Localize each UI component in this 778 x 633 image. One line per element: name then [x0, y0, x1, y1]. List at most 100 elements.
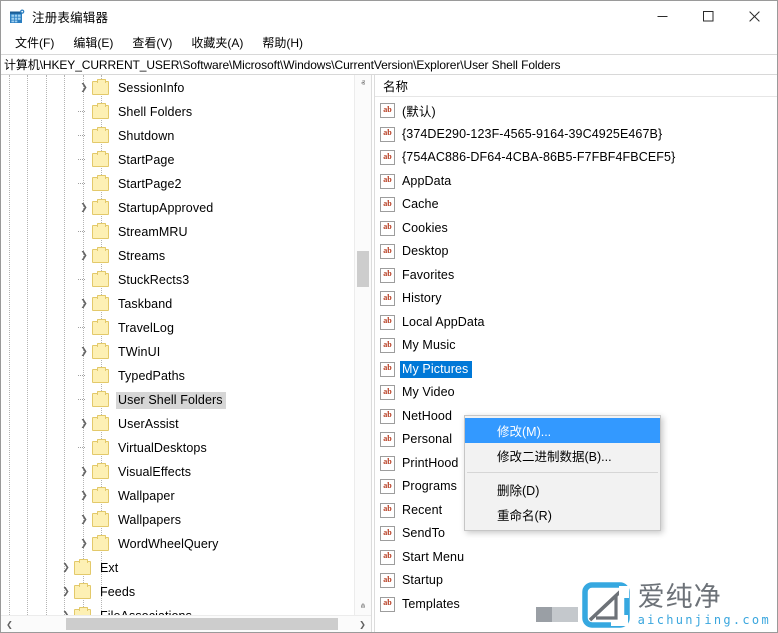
- folder-icon: [92, 511, 109, 527]
- tree-item-typedpaths[interactable]: TypedPaths: [1, 364, 354, 388]
- menu-view[interactable]: 查看(V): [124, 32, 180, 54]
- menu-favorites[interactable]: 收藏夹(A): [183, 32, 251, 54]
- tree-item-label: Feeds: [100, 584, 136, 599]
- chevron-right-icon[interactable]: ❯: [58, 556, 74, 580]
- value-row[interactable]: ab Local AppData: [375, 311, 777, 335]
- chevron-right-icon[interactable]: ❯: [76, 196, 92, 220]
- tree-connector-icon: [76, 316, 92, 340]
- tree-item-shutdown[interactable]: Shutdown: [1, 124, 354, 148]
- menu-help[interactable]: 帮助(H): [254, 32, 311, 54]
- tree-hscroll-thumb[interactable]: [66, 618, 338, 630]
- title-bar: 注册表编辑器: [1, 1, 777, 32]
- value-row[interactable]: ab {754AC886-DF64-4CBA-86B5-F7FBF4FBCEF5}: [375, 146, 777, 170]
- chevron-right-icon[interactable]: ❯: [76, 508, 92, 532]
- tree-item-streammru[interactable]: StreamMRU: [1, 220, 354, 244]
- scroll-down-icon[interactable]: ⱞ: [355, 598, 371, 615]
- tree-item-streams[interactable]: ❯ Streams: [1, 244, 354, 268]
- value-row[interactable]: ab My Music: [375, 334, 777, 358]
- tree-item-twinui[interactable]: ❯ TWinUI: [1, 340, 354, 364]
- tree-item-wallpapers[interactable]: ❯ Wallpapers: [1, 508, 354, 532]
- tree-item-virtualdesktops[interactable]: VirtualDesktops: [1, 436, 354, 460]
- string-icon-letters: ab: [383, 598, 392, 608]
- scroll-up-icon[interactable]: ⱏ: [355, 75, 371, 92]
- tree-item-fileassociations[interactable]: ❯ FileAssociations: [1, 604, 354, 615]
- key-tree: ❯ SessionInfo Shell Folders Shutdown StartPa…: [1, 75, 354, 615]
- tree-item-wordwheelquery[interactable]: ❯ WordWheelQuery: [1, 532, 354, 556]
- tree-item-startpage2[interactable]: StartPage2: [1, 172, 354, 196]
- value-row[interactable]: ab (默认): [375, 99, 777, 123]
- maximize-button[interactable]: [685, 1, 731, 32]
- content-panes: ❯ SessionInfo Shell Folders Shutdown StartPa…: [1, 75, 777, 632]
- ctx-rename[interactable]: 重命名(R): [465, 502, 660, 527]
- ctx-delete[interactable]: 删除(D): [465, 477, 660, 502]
- chevron-right-icon[interactable]: ❯: [76, 244, 92, 268]
- column-header-name[interactable]: 名称: [375, 76, 408, 95]
- folder-icon: [74, 583, 91, 599]
- tree-vscroll-thumb[interactable]: [357, 251, 369, 287]
- value-name: SendTo: [402, 526, 445, 541]
- chevron-right-icon[interactable]: ❯: [76, 340, 92, 364]
- tree-item-sessioninfo[interactable]: ❯ SessionInfo: [1, 76, 354, 100]
- value-row[interactable]: ab My Pictures: [375, 358, 777, 382]
- scroll-right-icon[interactable]: ❯: [354, 616, 371, 632]
- string-icon-letters: ab: [383, 457, 392, 467]
- chevron-right-icon[interactable]: ❯: [76, 292, 92, 316]
- tree-item-startpage[interactable]: StartPage: [1, 148, 354, 172]
- value-row[interactable]: ab Cookies: [375, 217, 777, 241]
- string-icon-letters: ab: [383, 128, 392, 138]
- tree-item-user-shell-folders[interactable]: User Shell Folders: [1, 388, 354, 412]
- chevron-right-icon[interactable]: ❯: [76, 412, 92, 436]
- close-button[interactable]: [731, 1, 777, 32]
- tree-item-ext[interactable]: ❯ Ext: [1, 556, 354, 580]
- value-row[interactable]: ab My Video: [375, 381, 777, 405]
- menu-file[interactable]: 文件(F): [7, 32, 62, 54]
- menu-edit[interactable]: 编辑(E): [65, 32, 121, 54]
- ctx-modify-binary[interactable]: 修改二进制数据(B)...: [465, 443, 660, 468]
- folder-icon: [92, 247, 109, 263]
- chevron-right-icon[interactable]: ❯: [76, 484, 92, 508]
- tree-item-visualeffects[interactable]: ❯ VisualEffects: [1, 460, 354, 484]
- tree-item-feeds[interactable]: ❯ Feeds: [1, 580, 354, 604]
- tree-item-label: Ext: [100, 560, 119, 575]
- minimize-button[interactable]: [639, 1, 685, 32]
- tree-horizontal-scrollbar[interactable]: ❮ ❯: [1, 615, 371, 632]
- value-row[interactable]: ab Desktop: [375, 240, 777, 264]
- string-icon-letters: ab: [383, 551, 392, 561]
- string-value-icon: ab: [380, 596, 395, 612]
- tree-item-stuckrects3[interactable]: StuckRects3: [1, 268, 354, 292]
- chevron-right-icon[interactable]: ❯: [76, 76, 92, 100]
- address-bar[interactable]: 计算机\HKEY_CURRENT_USER\Software\Microsoft…: [1, 54, 777, 75]
- chevron-right-icon[interactable]: ❯: [58, 580, 74, 604]
- tree-item-taskband[interactable]: ❯ Taskband: [1, 292, 354, 316]
- value-row[interactable]: ab AppData: [375, 170, 777, 194]
- value-row[interactable]: ab History: [375, 287, 777, 311]
- chevron-right-icon[interactable]: ❯: [76, 460, 92, 484]
- value-row[interactable]: ab Templates: [375, 593, 777, 617]
- tree-connector-icon: [76, 388, 92, 412]
- value-row[interactable]: ab Startup: [375, 569, 777, 593]
- tree-item-travellog[interactable]: TravelLog: [1, 316, 354, 340]
- chevron-right-icon[interactable]: ❯: [58, 604, 74, 615]
- tree-item-shell-folders[interactable]: Shell Folders: [1, 100, 354, 124]
- chevron-right-icon[interactable]: ❯: [76, 532, 92, 556]
- tree-item-userassist[interactable]: ❯ UserAssist: [1, 412, 354, 436]
- value-list-header[interactable]: 名称: [375, 75, 777, 97]
- string-icon-letters: ab: [383, 245, 392, 255]
- value-row[interactable]: ab Favorites: [375, 264, 777, 288]
- tree-item-label: Shell Folders: [118, 104, 193, 119]
- string-value-icon: ab: [380, 197, 395, 213]
- tree-item-label: VirtualDesktops: [118, 440, 207, 455]
- tree-item-startupapproved[interactable]: ❯ StartupApproved: [1, 196, 354, 220]
- value-name: (默认): [402, 104, 436, 119]
- tree-item-wallpaper[interactable]: ❯ Wallpaper: [1, 484, 354, 508]
- value-row[interactable]: ab Cache: [375, 193, 777, 217]
- tree-vertical-scrollbar[interactable]: ⱏ ⱞ: [354, 75, 371, 615]
- scroll-left-icon[interactable]: ❮: [1, 616, 18, 632]
- value-row[interactable]: ab Start Menu: [375, 546, 777, 570]
- ctx-modify[interactable]: 修改(M)...: [465, 418, 660, 443]
- value-row[interactable]: ab {374DE290-123F-4565-9164-39C4925E467B}: [375, 123, 777, 147]
- string-icon-letters: ab: [383, 574, 392, 584]
- registry-path: 计算机\HKEY_CURRENT_USER\Software\Microsoft…: [4, 58, 561, 72]
